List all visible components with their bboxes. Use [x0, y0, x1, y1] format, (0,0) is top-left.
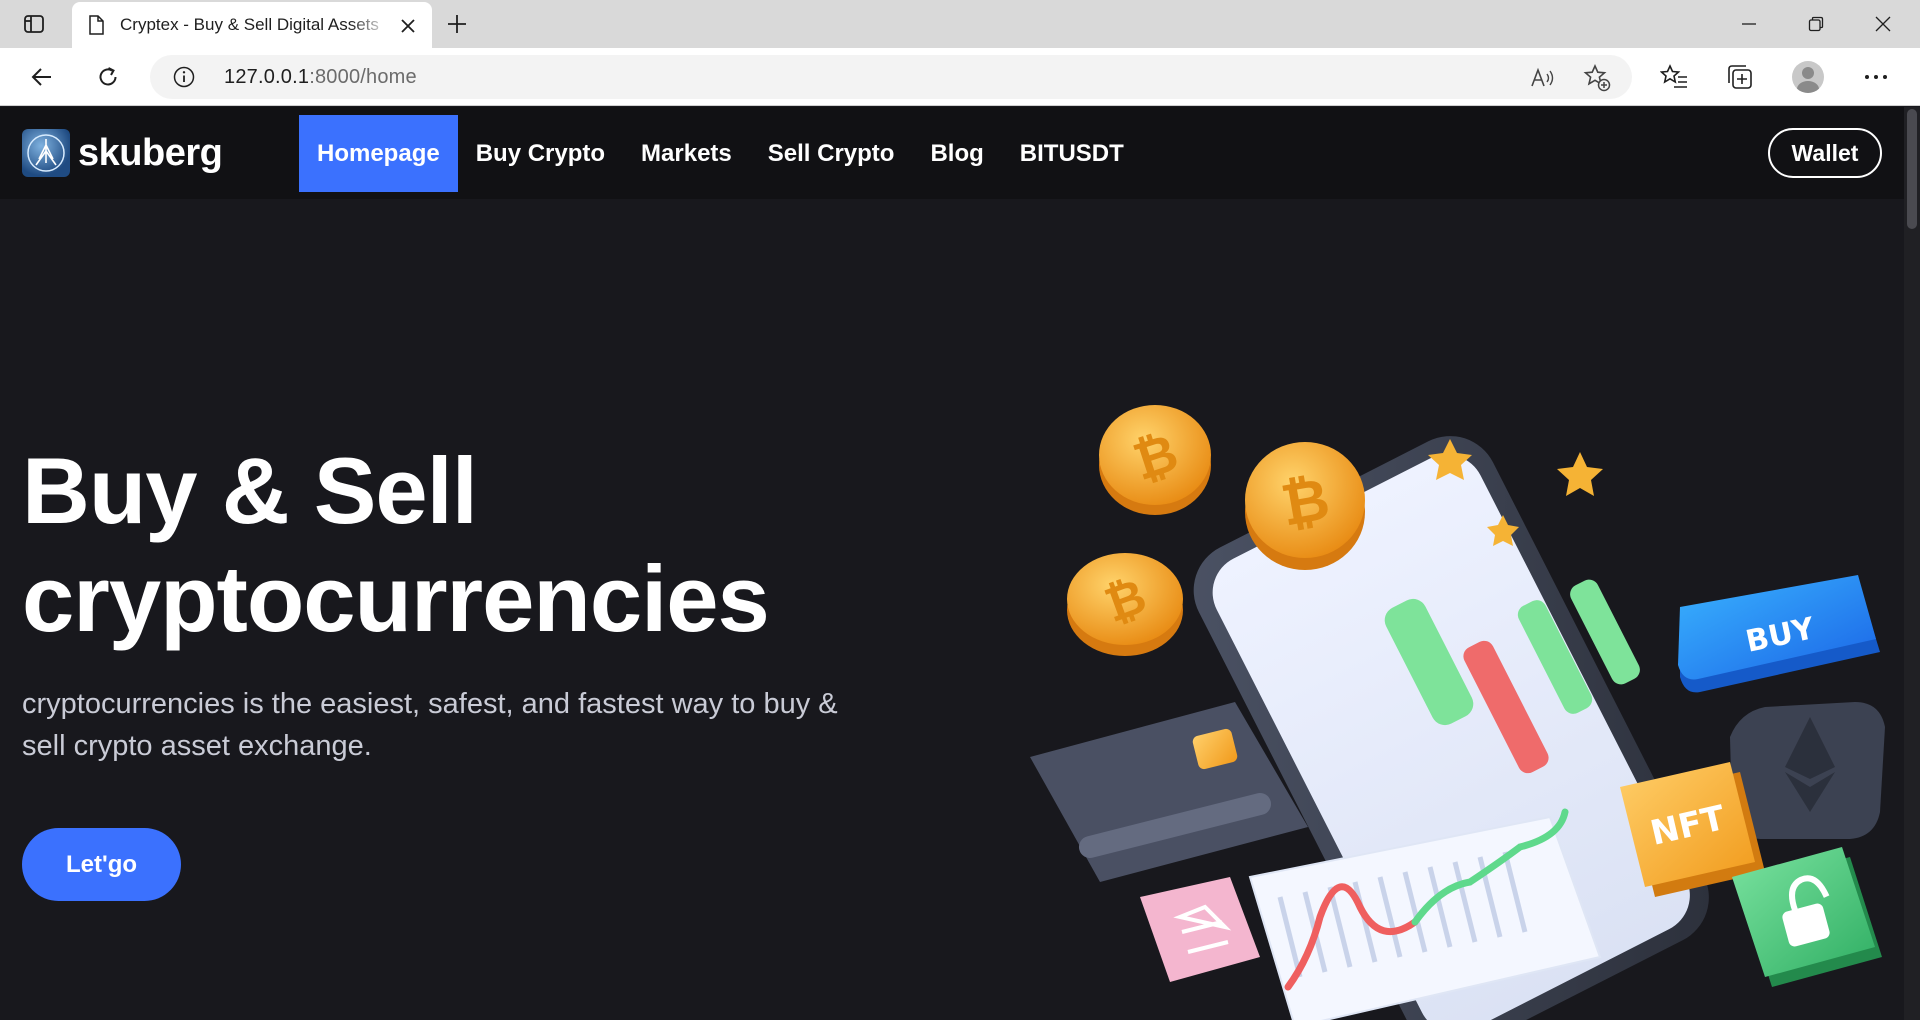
plus-icon: [448, 15, 466, 33]
nav-sell-crypto[interactable]: Sell Crypto: [750, 115, 913, 192]
back-arrow-icon: [31, 68, 51, 86]
site-info-icon[interactable]: [172, 65, 196, 89]
crypto-phone-illustration: ₿ ₿ ₿ BUY NFT: [1030, 405, 1885, 1020]
collections-icon: [1728, 65, 1752, 89]
wallet-button[interactable]: Wallet: [1768, 128, 1882, 178]
avatar: [1792, 61, 1824, 93]
read-aloud-icon[interactable]: [1528, 63, 1558, 93]
profile-button[interactable]: [1790, 59, 1826, 95]
url-path: :8000/home: [309, 66, 417, 88]
lets-go-button[interactable]: Let'go: [22, 828, 181, 901]
back-button[interactable]: [22, 57, 62, 97]
refresh-icon: [99, 67, 117, 86]
favorites-button[interactable]: [1656, 59, 1692, 95]
refresh-button[interactable]: [88, 57, 128, 97]
page-icon: [86, 15, 106, 35]
more-options-icon: [1865, 75, 1887, 79]
nav-homepage[interactable]: Homepage: [299, 115, 458, 192]
address-bar[interactable]: 127.0.0.1:8000/home: [150, 55, 1632, 99]
close-icon: [1875, 16, 1891, 32]
url-host: 127.0.0.1: [224, 66, 310, 88]
hero-description: cryptocurrencies is the easiest, safest,…: [22, 688, 838, 762]
ethereum-icon: [1730, 702, 1885, 839]
close-tab-icon[interactable]: [396, 14, 420, 38]
favorites-icon: [1660, 64, 1687, 88]
tab-actions-icon: [24, 15, 44, 33]
main-nav: Homepage Buy Crypto Markets Sell Crypto …: [299, 115, 1142, 192]
minimize-icon: [1742, 23, 1756, 25]
bitcoin-coin-icon: ₿: [1245, 442, 1365, 570]
hero-title-line-2: cryptocurrencies: [22, 546, 770, 651]
hero-title: Buy & Sell cryptocurrencies: [22, 437, 770, 653]
brand[interactable]: skuberg: [22, 129, 223, 177]
brand-name: skuberg: [78, 131, 223, 174]
web-page: skuberg Homepage Buy Crypto Markets Sell…: [0, 107, 1904, 1020]
restore-button[interactable]: [1783, 0, 1849, 48]
add-favorite-icon[interactable]: [1582, 63, 1612, 93]
nav-bitusdt[interactable]: BITUSDT: [1002, 115, 1142, 192]
minimize-button[interactable]: [1716, 0, 1782, 48]
browser-toolbar: 127.0.0.1:8000/home: [0, 48, 1920, 106]
new-tab-button[interactable]: [440, 8, 474, 40]
brand-logo-icon: [22, 129, 70, 177]
restore-icon: [1808, 16, 1824, 32]
browser-tab[interactable]: Cryptex - Buy & Sell Digital Assets: [72, 2, 432, 48]
tab-actions-button[interactable]: [14, 8, 54, 40]
nav-buy-crypto[interactable]: Buy Crypto: [458, 115, 623, 192]
bitcoin-coin-icon: ₿: [1099, 405, 1211, 515]
buy-tag-icon: BUY: [1678, 575, 1880, 693]
collections-button[interactable]: [1722, 59, 1758, 95]
bank-icon: [1140, 877, 1260, 982]
settings-menu-button[interactable]: [1858, 59, 1894, 95]
page-scrollbar[interactable]: [1904, 107, 1920, 1020]
site-header: skuberg Homepage Buy Crypto Markets Sell…: [0, 107, 1904, 199]
nav-markets[interactable]: Markets: [623, 115, 750, 192]
url-text[interactable]: 127.0.0.1:8000/home: [224, 66, 417, 89]
scrollbar-thumb[interactable]: [1907, 109, 1917, 229]
close-window-button[interactable]: [1850, 0, 1916, 48]
browser-tab-strip: Cryptex - Buy & Sell Digital Assets: [0, 0, 1920, 48]
tab-title: Cryptex - Buy & Sell Digital Assets: [120, 15, 379, 34]
hero-title-line-1: Buy & Sell: [22, 438, 478, 543]
nav-blog[interactable]: Blog: [912, 115, 1001, 192]
bitcoin-coin-icon: ₿: [1067, 553, 1183, 656]
